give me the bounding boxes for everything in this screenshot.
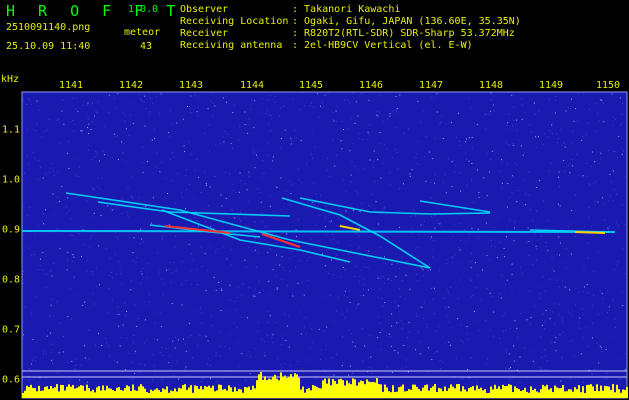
time-tick: 1150 [595, 80, 621, 91]
carrier-line [21, 230, 616, 233]
spectrogram [21, 91, 628, 399]
y-axis-unit: kHz [1, 74, 20, 85]
time-tick: 1146 [358, 80, 384, 91]
time-tick: 1147 [418, 80, 444, 91]
time-tick: 1149 [538, 80, 564, 91]
time-tick: 1143 [178, 80, 204, 91]
freq-tick: 0.6 [2, 374, 21, 386]
freq-tick: 1.0 [2, 174, 21, 186]
spectrogram-background [22, 92, 627, 398]
time-tick: 1148 [478, 80, 504, 91]
meteor-echo-core [574, 231, 606, 234]
time-tick: 1144 [239, 80, 265, 91]
freq-tick: 0.9 [2, 224, 21, 236]
time-tick: 1142 [118, 80, 144, 91]
time-tick: 1141 [58, 80, 84, 91]
freq-tick: 0.7 [2, 324, 21, 336]
freq-tick: 1.1 [2, 124, 21, 136]
freq-tick: 0.8 [2, 274, 21, 286]
time-tick: 1145 [298, 80, 324, 91]
